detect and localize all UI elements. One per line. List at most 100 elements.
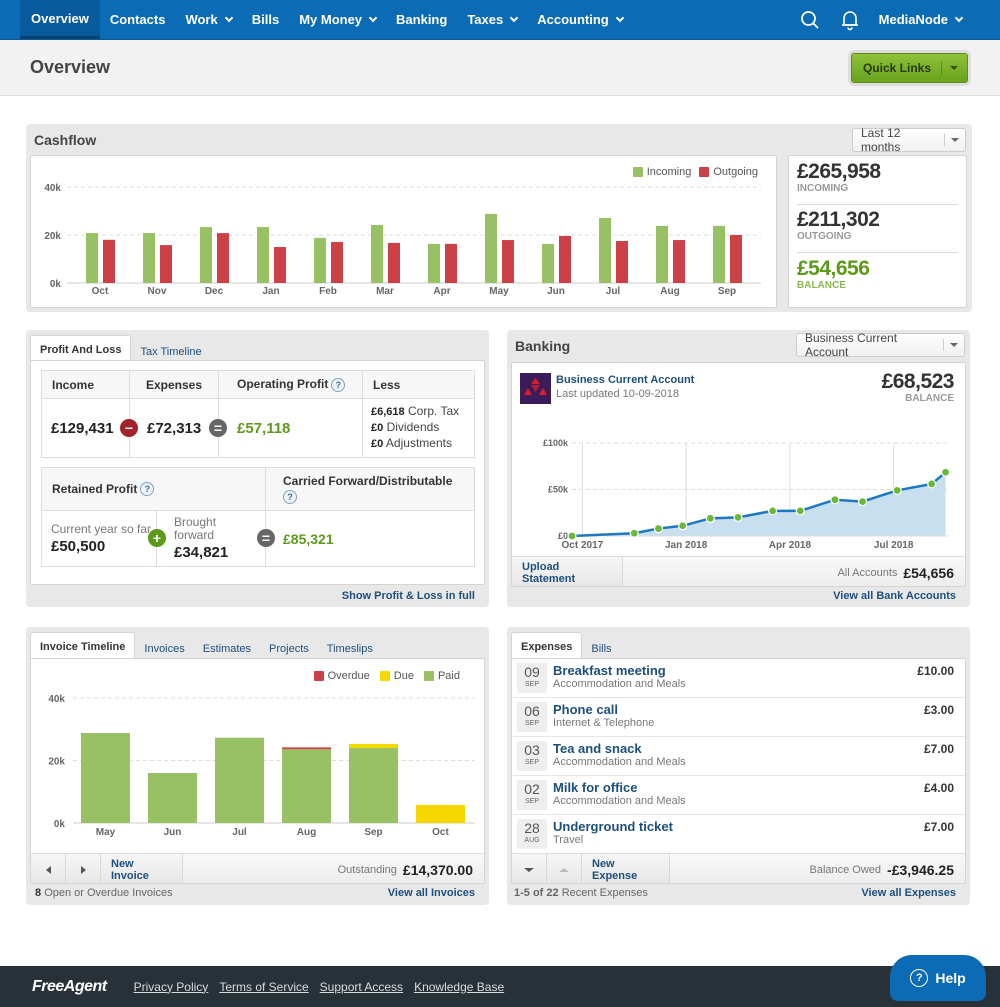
account-menu[interactable]: MediaNode <box>879 12 964 27</box>
bar-incoming-nov[interactable] <box>143 233 155 283</box>
tab-invoice-timeline[interactable]: Invoice Timeline <box>30 632 136 661</box>
freeagent-logo[interactable]: FreeAgent <box>32 978 107 996</box>
expense-row[interactable]: 06 SEP Phone call Internet & Telephone £3.00 <box>512 698 965 737</box>
help-button[interactable]: ? Help <box>890 955 986 1001</box>
nav-item-overview[interactable]: Overview <box>20 0 100 39</box>
balance-point[interactable] <box>733 512 743 523</box>
bar-outgoing-dec[interactable] <box>217 233 229 283</box>
bank-account-name-link[interactable]: Business Current Account <box>556 374 694 386</box>
tab-expenses[interactable]: Expenses <box>511 632 583 661</box>
x-tick-label: Dec <box>205 286 224 297</box>
bar-paid-jul[interactable] <box>215 737 264 823</box>
bar-outgoing-nov[interactable] <box>160 245 172 283</box>
nav-item-work[interactable]: Work <box>175 0 241 39</box>
balance-point[interactable] <box>830 495 840 505</box>
expense-row[interactable]: 02 SEP Milk for office Accommodation and Me… <box>512 776 965 815</box>
new-expense-button[interactable]: New Expense <box>582 854 670 883</box>
expense-title-link[interactable]: Tea and snack <box>553 741 642 756</box>
search-icon[interactable] <box>799 9 821 31</box>
arrow-right-icon <box>80 865 86 874</box>
upload-statement-button[interactable]: Upload Statement <box>512 557 623 586</box>
bar-outgoing-jan[interactable] <box>274 247 286 283</box>
next-button[interactable] <box>66 854 101 883</box>
view-all-invoices-link[interactable]: View all Invoices <box>388 887 475 899</box>
x-tick-label: May <box>489 286 509 297</box>
expense-title-link[interactable]: Milk for office <box>553 780 638 795</box>
cashflow-period-select[interactable]: Last 12 months <box>852 126 966 154</box>
quick-links-button[interactable]: Quick Links <box>850 52 968 83</box>
bar-incoming-mar[interactable] <box>371 224 383 283</box>
bar-due-oct[interactable] <box>416 804 465 823</box>
help-icon[interactable]: ? <box>331 377 346 392</box>
bar-incoming-aug[interactable] <box>656 225 668 283</box>
expense-title-link[interactable]: Phone call <box>553 702 618 717</box>
view-all-bank-accounts-link[interactable]: View all Bank Accounts <box>833 590 956 602</box>
bar-incoming-oct[interactable] <box>86 233 98 283</box>
bar-outgoing-sep[interactable] <box>730 235 742 283</box>
help-icon[interactable]: ? <box>140 482 155 497</box>
nav-item-accounting[interactable]: Accounting <box>527 0 633 39</box>
terms-of-service-link[interactable]: Terms of Service <box>219 980 308 994</box>
current-year-cell: Current year so far £50,500 <box>41 510 157 567</box>
bar-incoming-sep[interactable] <box>713 225 725 283</box>
balance-point[interactable] <box>857 496 868 507</box>
balance-point[interactable] <box>705 513 715 523</box>
nav-item-banking[interactable]: Banking <box>386 0 457 39</box>
balance-point[interactable] <box>653 523 664 534</box>
previous-button[interactable] <box>31 854 66 883</box>
balance-point[interactable] <box>629 528 639 538</box>
bell-icon[interactable] <box>839 9 861 31</box>
expense-row[interactable]: 03 SEP Tea and snack Accommodation and Meal… <box>512 737 965 776</box>
bank-account-select[interactable]: Business Current Account <box>796 331 965 359</box>
bar-outgoing-aug[interactable] <box>673 240 685 283</box>
site-footer: FreeAgent Privacy Policy Terms of Servic… <box>0 966 1000 1007</box>
bar-outgoing-apr[interactable] <box>445 243 457 283</box>
support-access-link[interactable]: Support Access <box>320 980 403 994</box>
balance-point[interactable] <box>927 479 937 489</box>
bar-incoming-dec[interactable] <box>200 227 212 283</box>
bar-incoming-jul[interactable] <box>599 217 611 283</box>
new-invoice-button[interactable]: New Invoice <box>101 854 183 883</box>
expense-row[interactable]: 09 SEP Breakfast meeting Accommodation and … <box>512 659 965 698</box>
expense-title-link[interactable]: Breakfast meeting <box>553 663 666 678</box>
expense-row[interactable]: 28 AUG Underground ticket Travel £7.00 <box>512 815 965 854</box>
bar-paid-aug[interactable] <box>282 749 331 823</box>
bar-outgoing-may[interactable] <box>502 240 514 283</box>
balance-point[interactable] <box>940 467 951 477</box>
show-profit-loss-link[interactable]: Show Profit & Loss in full <box>342 590 475 602</box>
help-icon[interactable]: ? <box>283 489 297 504</box>
bar-incoming-may[interactable] <box>485 213 497 283</box>
balance-point[interactable] <box>892 485 902 496</box>
bar-outgoing-jul[interactable] <box>616 241 628 283</box>
scroll-down-button[interactable] <box>512 854 547 883</box>
nav-item-contacts[interactable]: Contacts <box>100 0 176 39</box>
bar-incoming-jun[interactable] <box>542 243 554 283</box>
balance-point[interactable] <box>567 531 577 541</box>
bar-paid-jun[interactable] <box>148 773 197 823</box>
bar-outgoing-oct[interactable] <box>103 239 115 283</box>
scroll-up-button[interactable] <box>547 854 582 883</box>
nav-item-my-money[interactable]: My Money <box>289 0 386 39</box>
page-title: Overview <box>30 57 111 77</box>
expense-title-link[interactable]: Underground ticket <box>553 819 673 834</box>
bar-outgoing-feb[interactable] <box>331 241 343 283</box>
bar-outgoing-jun[interactable] <box>559 235 571 283</box>
balance-point[interactable] <box>768 506 778 516</box>
bar-incoming-feb[interactable] <box>314 237 326 283</box>
caret-down-icon <box>950 65 958 70</box>
view-all-expenses-link[interactable]: View all Expenses <box>861 887 956 899</box>
bar-incoming-apr[interactable] <box>428 243 440 283</box>
balance-point[interactable] <box>795 506 805 516</box>
nav-item-bills[interactable]: Bills <box>242 0 289 39</box>
bar-incoming-jan[interactable] <box>257 227 269 283</box>
bar-due-sep[interactable] <box>349 743 398 748</box>
bar-paid-sep[interactable] <box>349 748 398 823</box>
bar-outgoing-mar[interactable] <box>388 242 400 283</box>
bar-overdue-aug[interactable] <box>282 747 331 750</box>
bar-paid-may[interactable] <box>81 733 130 823</box>
nav-item-taxes[interactable]: Taxes <box>457 0 527 39</box>
balance-point[interactable] <box>678 521 688 531</box>
privacy-policy-link[interactable]: Privacy Policy <box>134 980 209 994</box>
knowledge-base-link[interactable]: Knowledge Base <box>414 980 504 994</box>
page-header: Overview Quick Links <box>0 40 1000 96</box>
